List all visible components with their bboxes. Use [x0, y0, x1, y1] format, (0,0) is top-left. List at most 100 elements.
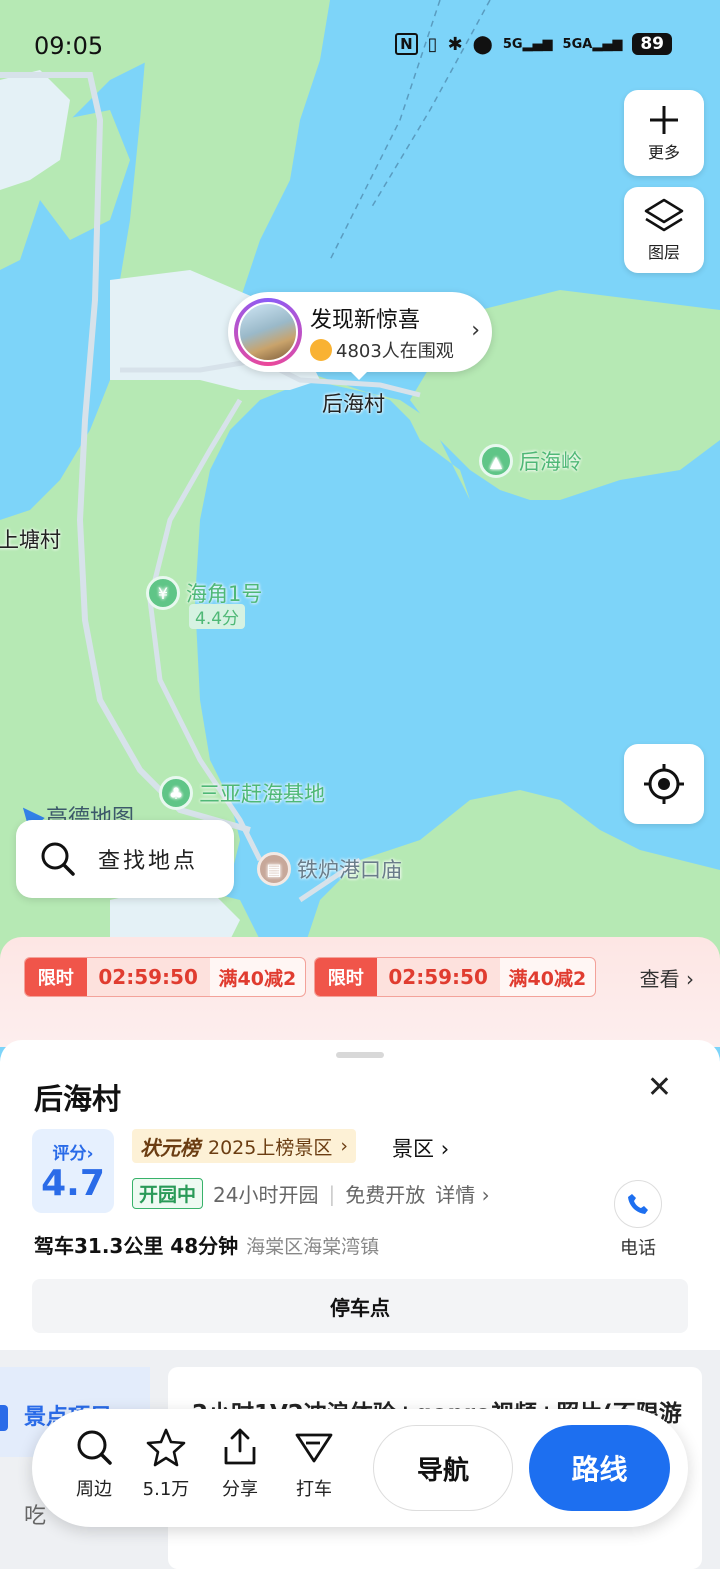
- crosshair-icon: [644, 764, 684, 804]
- signal-5ga-icon: 5GA▂▄▆: [562, 36, 623, 52]
- score-badge[interactable]: 评分› 4.7: [32, 1129, 114, 1213]
- coupon-1-deal: 满40减2: [218, 967, 297, 990]
- more-label: 更多: [647, 143, 680, 162]
- place-address: 海棠区海棠湾镇: [246, 1236, 380, 1258]
- discover-viewers: 4803人在围观: [310, 337, 454, 363]
- chevron-right-icon: ›: [686, 967, 694, 991]
- nearby-button[interactable]: 周边: [62, 1427, 126, 1501]
- star-icon: [146, 1428, 186, 1467]
- phone-icon: [614, 1180, 662, 1228]
- temple-icon: ▤: [257, 852, 291, 886]
- chevron-right-icon: ›: [340, 1135, 348, 1157]
- vibrate-icon: ▯: [427, 33, 438, 55]
- opening-hours: 24小时开园: [213, 1183, 319, 1207]
- poi-base-label: 三亚赶海基地: [199, 782, 325, 806]
- nearby-label: 周边: [76, 1479, 112, 1500]
- coupon-2-tag: 限时: [315, 958, 377, 996]
- taxi-label: 打车: [296, 1479, 332, 1500]
- nfc-icon: N: [395, 33, 418, 55]
- coupon-1-tag: 限时: [25, 958, 87, 996]
- coupon-1[interactable]: 限时 02:59:50 满40减2: [24, 957, 306, 997]
- mountain-icon: ▲: [479, 444, 513, 478]
- sheet-drag-handle[interactable]: [336, 1052, 384, 1058]
- coupon-2[interactable]: 限时 02:59:50 满40减2: [314, 957, 596, 997]
- poi-haijiao-rating: 4.4分: [189, 604, 246, 629]
- route-button[interactable]: 路线: [529, 1425, 670, 1511]
- share-label: 分享: [222, 1479, 258, 1500]
- discover-thumbnail: [234, 298, 302, 366]
- score-label-text: 评分: [52, 1144, 87, 1164]
- open-status-badge: 开园中: [132, 1178, 204, 1209]
- poi-ridge[interactable]: ▲ 后海岭: [479, 444, 582, 478]
- favorite-button[interactable]: 5.1万: [134, 1427, 198, 1501]
- bluetooth-icon: ✱: [447, 33, 463, 55]
- status-bar: 09:05 N ▯ ✱ ⬤ 5G▂▄▆ 5GA▂▄▆ 89: [0, 0, 720, 95]
- search-icon: [77, 1430, 112, 1465]
- bubble-tail: [350, 371, 368, 380]
- tree-icon: ♣: [159, 776, 193, 810]
- drive-distance: 驾车31.3公里 48分钟: [34, 1234, 239, 1258]
- taxi-icon: [295, 1433, 333, 1463]
- share-icon: [224, 1428, 256, 1465]
- search-place-button[interactable]: 查找地点: [16, 820, 234, 898]
- search-icon: [41, 842, 75, 876]
- promo-view-link[interactable]: 查看 ›: [640, 963, 694, 992]
- discover-title: 发现新惊喜: [310, 308, 421, 333]
- battery-indicator: 89: [632, 33, 672, 55]
- rank-badge-text: 2025上榜景区: [208, 1136, 333, 1159]
- locate-button[interactable]: [624, 744, 704, 824]
- phone-label: 电话: [620, 1238, 656, 1259]
- rank-badge[interactable]: 状元榜 2025上榜景区 ›: [132, 1129, 356, 1163]
- poi-temple-label: 铁炉港口庙: [297, 858, 402, 882]
- plus-icon: [650, 106, 678, 134]
- open-info: 开园中 24小时开园 | 免费开放 详情 ›: [132, 1178, 490, 1209]
- map-view[interactable]: [0, 0, 720, 1060]
- viewers-count: 4803人在围观: [336, 341, 454, 362]
- drive-info: 驾车31.3公里 48分钟 海棠区海棠湾镇: [34, 1230, 379, 1259]
- map-terrain: [0, 0, 720, 960]
- signal-5ga-label: 5GA: [562, 36, 593, 52]
- poi-temple[interactable]: ▤ 铁炉港口庙: [257, 852, 402, 886]
- chevron-right-icon: ›: [471, 318, 480, 343]
- poi-base[interactable]: ♣ 三亚赶海基地: [159, 776, 325, 810]
- coupon-1-timer: 02:59:50: [86, 958, 210, 996]
- map-label-west-village[interactable]: 上塘村: [0, 524, 61, 554]
- layers-label: 图层: [647, 243, 680, 262]
- fire-face-icon: [310, 339, 332, 361]
- signal-5g-label: 5G: [502, 36, 523, 52]
- close-icon[interactable]: ✕: [647, 1070, 672, 1105]
- fee-info: 免费开放: [345, 1183, 426, 1207]
- map-label-village[interactable]: 后海村: [322, 388, 385, 418]
- poi-ridge-label: 后海岭: [519, 450, 582, 474]
- rank-badge-title: 状元榜: [140, 1135, 200, 1160]
- discover-bubble[interactable]: 发现新惊喜 4803人在围观 ›: [228, 292, 492, 380]
- status-icons: N ▯ ✱ ⬤ 5G▂▄▆ 5GA▂▄▆ 89: [395, 33, 672, 55]
- coupon-2-deal: 满40减2: [508, 967, 587, 990]
- place-title: 后海村: [34, 1082, 122, 1116]
- search-placeholder: 查找地点: [98, 849, 199, 874]
- score-value: 4.7: [41, 1163, 105, 1204]
- details-link[interactable]: 详情 ›: [435, 1179, 489, 1208]
- layers-button[interactable]: 图层: [624, 187, 704, 273]
- share-button[interactable]: 分享: [208, 1427, 272, 1501]
- signal-5g-icon: 5G▂▄▆: [502, 36, 553, 52]
- parking-button[interactable]: 停车点: [32, 1279, 688, 1333]
- palm-tree-icon: ¥: [146, 576, 180, 610]
- coupon-2-timer: 02:59:50: [376, 958, 500, 996]
- location-icon: ⬤: [472, 33, 493, 55]
- layers-icon: [644, 198, 684, 232]
- more-button[interactable]: 更多: [624, 90, 704, 176]
- details-label: 详情: [435, 1183, 476, 1207]
- phone-button[interactable]: 电话: [614, 1180, 662, 1260]
- navigate-button[interactable]: 导航: [373, 1425, 513, 1511]
- tab-active-indicator: [0, 1405, 8, 1431]
- category-link[interactable]: 景区 ›: [392, 1133, 449, 1163]
- divider: |: [328, 1181, 336, 1206]
- status-time: 09:05: [34, 32, 104, 60]
- promo-strip: 限时 02:59:50 满40减2 限时 02:59:50 满40减2 查看 ›: [0, 937, 720, 1047]
- chevron-right-icon: ›: [440, 1137, 450, 1161]
- score-label: 评分›: [52, 1144, 94, 1164]
- taxi-button[interactable]: 打车: [282, 1427, 346, 1501]
- category-label: 景区: [392, 1137, 434, 1161]
- favorite-count: 5.1万: [142, 1479, 190, 1500]
